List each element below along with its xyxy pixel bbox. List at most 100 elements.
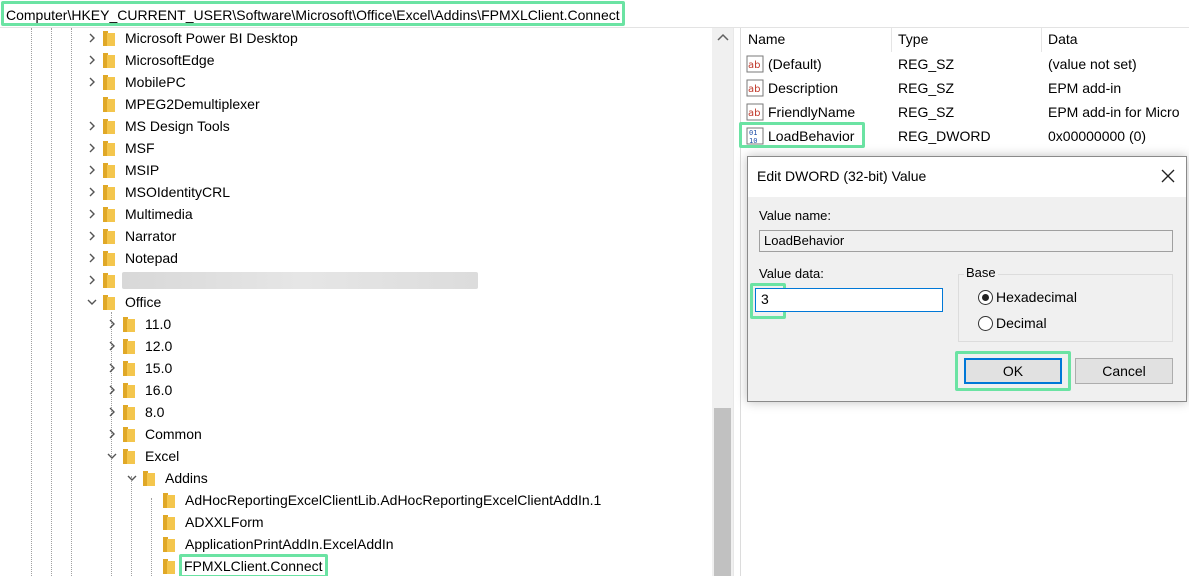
hexadecimal-label[interactable]: Hexadecimal xyxy=(996,289,1077,305)
chevron-down-icon[interactable] xyxy=(106,450,118,462)
decimal-radio[interactable] xyxy=(978,316,993,331)
value-name-field: LoadBehavior xyxy=(759,230,1173,252)
scroll-up-icon[interactable] xyxy=(717,32,729,42)
tree-item-label: MSIP xyxy=(125,162,160,178)
tree-item[interactable]: MPEG2Demultiplexer xyxy=(0,93,710,115)
scrollbar-thumb[interactable] xyxy=(714,408,731,576)
chevron-right-icon[interactable] xyxy=(86,142,98,154)
tree-item[interactable]: Multimedia xyxy=(0,203,710,225)
hexadecimal-radio[interactable] xyxy=(978,290,993,305)
chevron-right-icon[interactable] xyxy=(86,208,98,220)
folder-icon xyxy=(103,119,115,134)
value-row[interactable]: ab FriendlyName REG_SZ EPM add-in for Micro xyxy=(742,100,1189,124)
dialog-title: Edit DWORD (32-bit) Value xyxy=(757,168,927,184)
tree-item[interactable]: Excel xyxy=(0,445,710,467)
column-header-data-label: Data xyxy=(1048,31,1078,47)
value-data: 0x00000000 (0) xyxy=(1048,128,1147,144)
chevron-right-icon[interactable] xyxy=(86,186,98,198)
value-type: REG_DWORD xyxy=(898,128,991,144)
folder-icon xyxy=(163,493,175,508)
tree-item[interactable]: MSIP xyxy=(0,159,710,181)
tree-item-label: MSF xyxy=(125,140,155,156)
column-header-name[interactable]: Name xyxy=(742,28,892,52)
redacted-key-label xyxy=(122,272,478,289)
chevron-down-icon[interactable] xyxy=(86,296,98,308)
chevron-right-icon[interactable] xyxy=(86,120,98,132)
chevron-down-icon[interactable] xyxy=(126,472,138,484)
tree-item-label: MS Design Tools xyxy=(125,118,230,134)
chevron-right-icon[interactable] xyxy=(86,164,98,176)
ok-button[interactable]: OK xyxy=(964,358,1062,384)
value-name: FriendlyName xyxy=(768,104,856,120)
chevron-right-icon[interactable] xyxy=(106,362,118,374)
folder-icon xyxy=(103,207,115,222)
base-group xyxy=(958,274,1173,342)
folder-icon xyxy=(123,317,135,332)
chevron-right-icon[interactable] xyxy=(106,384,118,396)
value-row[interactable]: ab Description REG_SZ EPM add-in xyxy=(742,76,1189,100)
folder-icon xyxy=(163,537,175,552)
tree-item[interactable]: Notepad xyxy=(0,247,710,269)
tree-item[interactable]: MS Design Tools xyxy=(0,115,710,137)
tree-item[interactable]: 15.0 xyxy=(0,357,710,379)
value-data: EPM add-in for Micro xyxy=(1048,104,1180,120)
chevron-right-icon[interactable] xyxy=(86,76,98,88)
tree-item[interactable]: ADXXLForm xyxy=(0,511,710,533)
chevron-right-icon[interactable] xyxy=(106,428,118,440)
tree-item-label: ADXXLForm xyxy=(185,514,264,530)
chevron-right-icon[interactable] xyxy=(86,252,98,264)
folder-icon xyxy=(163,559,175,574)
registry-tree[interactable]: Microsoft Power BI Desktop MicrosoftEdge M… xyxy=(0,28,733,576)
tree-item-label: Multimedia xyxy=(125,206,193,222)
folder-icon xyxy=(103,163,115,178)
tree-item[interactable]: 11.0 xyxy=(0,313,710,335)
value-row[interactable]: 01 10 LoadBehavior REG_DWORD 0x00000000 (0) xyxy=(739,122,1189,148)
cancel-button[interactable]: Cancel xyxy=(1075,358,1173,384)
tree-item-label: Office xyxy=(125,294,162,310)
tree-item-label: Microsoft Power BI Desktop xyxy=(125,30,298,46)
chevron-right-icon[interactable] xyxy=(86,230,98,242)
chevron-right-icon[interactable] xyxy=(106,406,118,418)
tree-item[interactable]: MobilePC xyxy=(0,71,710,93)
tree-item[interactable]: 16.0 xyxy=(0,379,710,401)
column-header-type[interactable]: Type xyxy=(892,28,1042,52)
tree-item-label: Addins xyxy=(165,470,208,486)
decimal-label[interactable]: Decimal xyxy=(996,315,1047,331)
close-icon[interactable] xyxy=(1160,168,1176,184)
pane-splitter[interactable] xyxy=(733,28,741,576)
tree-item[interactable]: MSF xyxy=(0,137,710,159)
value-data-label: Value data: xyxy=(759,266,824,281)
value-name: (Default) xyxy=(768,56,822,72)
tree-scrollbar[interactable] xyxy=(712,28,733,576)
string-value-icon: ab xyxy=(746,103,764,121)
tree-item[interactable]: 12.0 xyxy=(0,335,710,357)
tree-item[interactable]: Common xyxy=(0,423,710,445)
svg-text:ab: ab xyxy=(748,108,760,119)
tree-item[interactable]: MSOIdentityCRL xyxy=(0,181,710,203)
tree-item[interactable]: ApplicationPrintAddIn.ExcelAddIn xyxy=(0,533,710,555)
address-path[interactable]: Computer\HKEY_CURRENT_USER\Software\Micr… xyxy=(1,1,625,26)
tree-item-label: Notepad xyxy=(125,250,178,266)
address-bar[interactable]: Computer\HKEY_CURRENT_USER\Software\Micr… xyxy=(0,0,1189,28)
column-header-data[interactable]: Data xyxy=(1042,28,1189,52)
chevron-right-icon[interactable] xyxy=(86,54,98,66)
folder-icon xyxy=(103,31,115,46)
tree-item[interactable]: MicrosoftEdge xyxy=(0,49,710,71)
chevron-right-icon[interactable] xyxy=(106,318,118,330)
tree-item[interactable]: Narrator xyxy=(0,225,710,247)
tree-item[interactable]: 8.0 xyxy=(0,401,710,423)
chevron-right-icon[interactable] xyxy=(86,274,98,286)
chevron-right-icon[interactable] xyxy=(86,32,98,44)
folder-icon xyxy=(163,515,175,530)
chevron-right-icon[interactable] xyxy=(106,340,118,352)
tree-item[interactable]: Addins xyxy=(0,467,710,489)
tree-item[interactable]: FPMXLClient.Connect xyxy=(0,554,710,576)
value-row[interactable]: ab (Default) REG_SZ (value not set) xyxy=(742,52,1189,76)
tree-item[interactable]: AdHocReportingExcelClientLib.AdHocReport… xyxy=(0,489,710,511)
tree-item-label: 16.0 xyxy=(145,382,173,398)
tree-item[interactable]: Microsoft Power BI Desktop xyxy=(0,28,710,49)
tree-item[interactable] xyxy=(0,269,710,291)
tree-item[interactable]: Office xyxy=(0,291,710,313)
tree-item-label: MobilePC xyxy=(125,74,186,90)
value-data-input[interactable]: 3 xyxy=(755,288,943,312)
